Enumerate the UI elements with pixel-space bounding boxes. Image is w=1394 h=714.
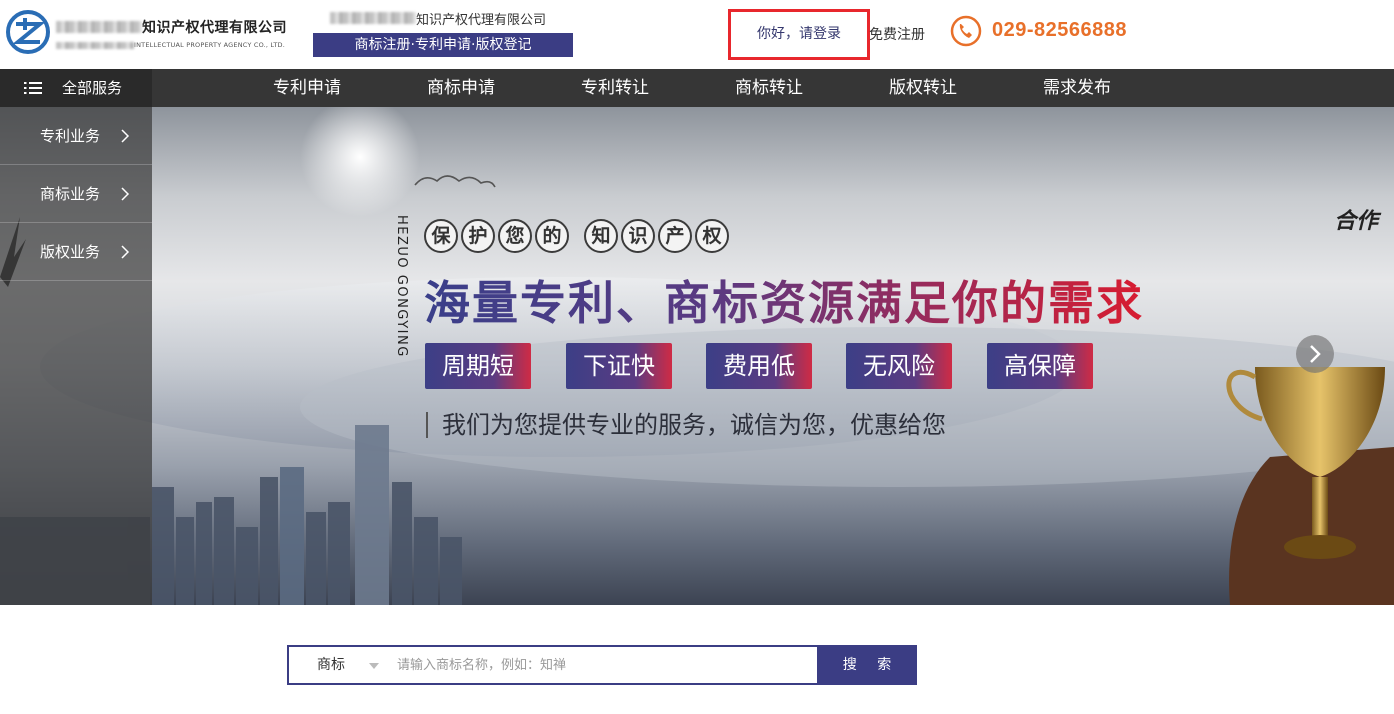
register-link[interactable]: 免费注册 [869, 24, 925, 44]
nav-item-demand-publish[interactable]: 需求发布 [1043, 69, 1111, 107]
company-name: 知识产权代理有限公司 [142, 20, 287, 36]
vertical-pinyin: HEZUO GONGYING [394, 215, 409, 358]
sidebar-item-patent[interactable]: 专利业务 [0, 107, 152, 165]
chevron-right-icon [121, 129, 130, 143]
feature-tag: 下证快 [566, 343, 672, 389]
slogan-company: 知识产权代理有限公司 [416, 12, 547, 28]
sidebar-item-trademark[interactable]: 商标业务 [0, 165, 152, 223]
login-link[interactable]: 你好，请登录 [728, 9, 870, 60]
circle-char: 您 [498, 219, 532, 253]
main-nav: 全部服务 专利申请 商标申请 专利转让 商标转让 版权转让 需求发布 [0, 69, 1394, 107]
nav-item-patent-apply[interactable]: 专利申请 [273, 69, 341, 107]
nav-item-copyright-transfer[interactable]: 版权转让 [889, 69, 957, 107]
banner-headline: 海量专利、商标资源满足你的需求 [424, 267, 1144, 333]
sidebar-item-copyright[interactable]: 版权业务 [0, 223, 152, 281]
chevron-right-icon [121, 187, 130, 201]
banner-background-image [0, 107, 1394, 605]
blurred-slogan-prefix [330, 12, 416, 24]
sidebar-item-label: 商标业务 [40, 185, 101, 203]
circle-char: 识 [621, 219, 655, 253]
company-logo-icon[interactable] [6, 10, 50, 54]
search-bar: 商标 搜 索 [287, 645, 917, 685]
feature-tag: 周期短 [425, 343, 531, 389]
chevron-right-icon [121, 245, 130, 259]
phone-number: 029-82566888 [992, 19, 1128, 41]
feature-tag: 无风险 [846, 343, 952, 389]
sidebar-item-label: 版权业务 [40, 243, 101, 261]
phone-icon [950, 15, 982, 47]
blurred-company-prefix [56, 21, 142, 33]
carousel-next-icon[interactable] [1296, 335, 1334, 373]
banner-corner-text: 合作 [1334, 208, 1379, 234]
service-sidebar: 专利业务 商标业务 版权业务 [0, 107, 152, 605]
circle-char: 权 [695, 219, 729, 253]
search-category-select[interactable]: 商标 [289, 647, 389, 683]
nav-item-trademark-apply[interactable]: 商标申请 [427, 69, 495, 107]
header: 知识产权代理有限公司 INTELLECTUAL PROPERTY AGENCY … [0, 0, 1394, 69]
all-services-label: 全部服务 [62, 79, 123, 97]
blurred-company-prefix-en [56, 41, 134, 49]
list-icon [24, 82, 42, 94]
slogan-bar: 商标注册·专利申请·版权登记 [313, 33, 573, 57]
nav-item-patent-transfer[interactable]: 专利转让 [581, 69, 649, 107]
caret-down-icon [369, 663, 379, 669]
slogan-block: 知识产权代理有限公司 商标注册·专利申请·版权登记 [313, 7, 573, 57]
search-category-label: 商标 [317, 657, 345, 673]
circle-char: 保 [424, 219, 458, 253]
circle-char: 护 [461, 219, 495, 253]
banner-tagline: 我们为您提供专业的服务，诚信为您，优惠给您 [426, 412, 946, 438]
all-services-menu[interactable]: 全部服务 [0, 69, 152, 107]
company-name-block: 知识产权代理有限公司 INTELLECTUAL PROPERTY AGENCY … [56, 16, 296, 51]
vertical-pinyin-text: HEZUO GONGYING [394, 215, 409, 358]
hero-banner[interactable]: 专利业务 商标业务 版权业务 HEZUO GONGYING 保 护 您 的 知 … [0, 107, 1394, 605]
circle-char: 的 [535, 219, 569, 253]
circle-char: 知 [584, 219, 618, 253]
circle-title: 保 护 您 的 知 识 产 权 [424, 219, 732, 253]
feature-tag: 费用低 [706, 343, 812, 389]
search-input[interactable] [397, 647, 815, 683]
sidebar-item-label: 专利业务 [40, 127, 101, 145]
nav-item-trademark-transfer[interactable]: 商标转让 [735, 69, 803, 107]
search-button[interactable]: 搜 索 [817, 647, 917, 683]
feature-tag: 高保障 [987, 343, 1093, 389]
company-name-en: INTELLECTUAL PROPERTY AGENCY CO., LTD. [134, 41, 285, 49]
circle-char: 产 [658, 219, 692, 253]
